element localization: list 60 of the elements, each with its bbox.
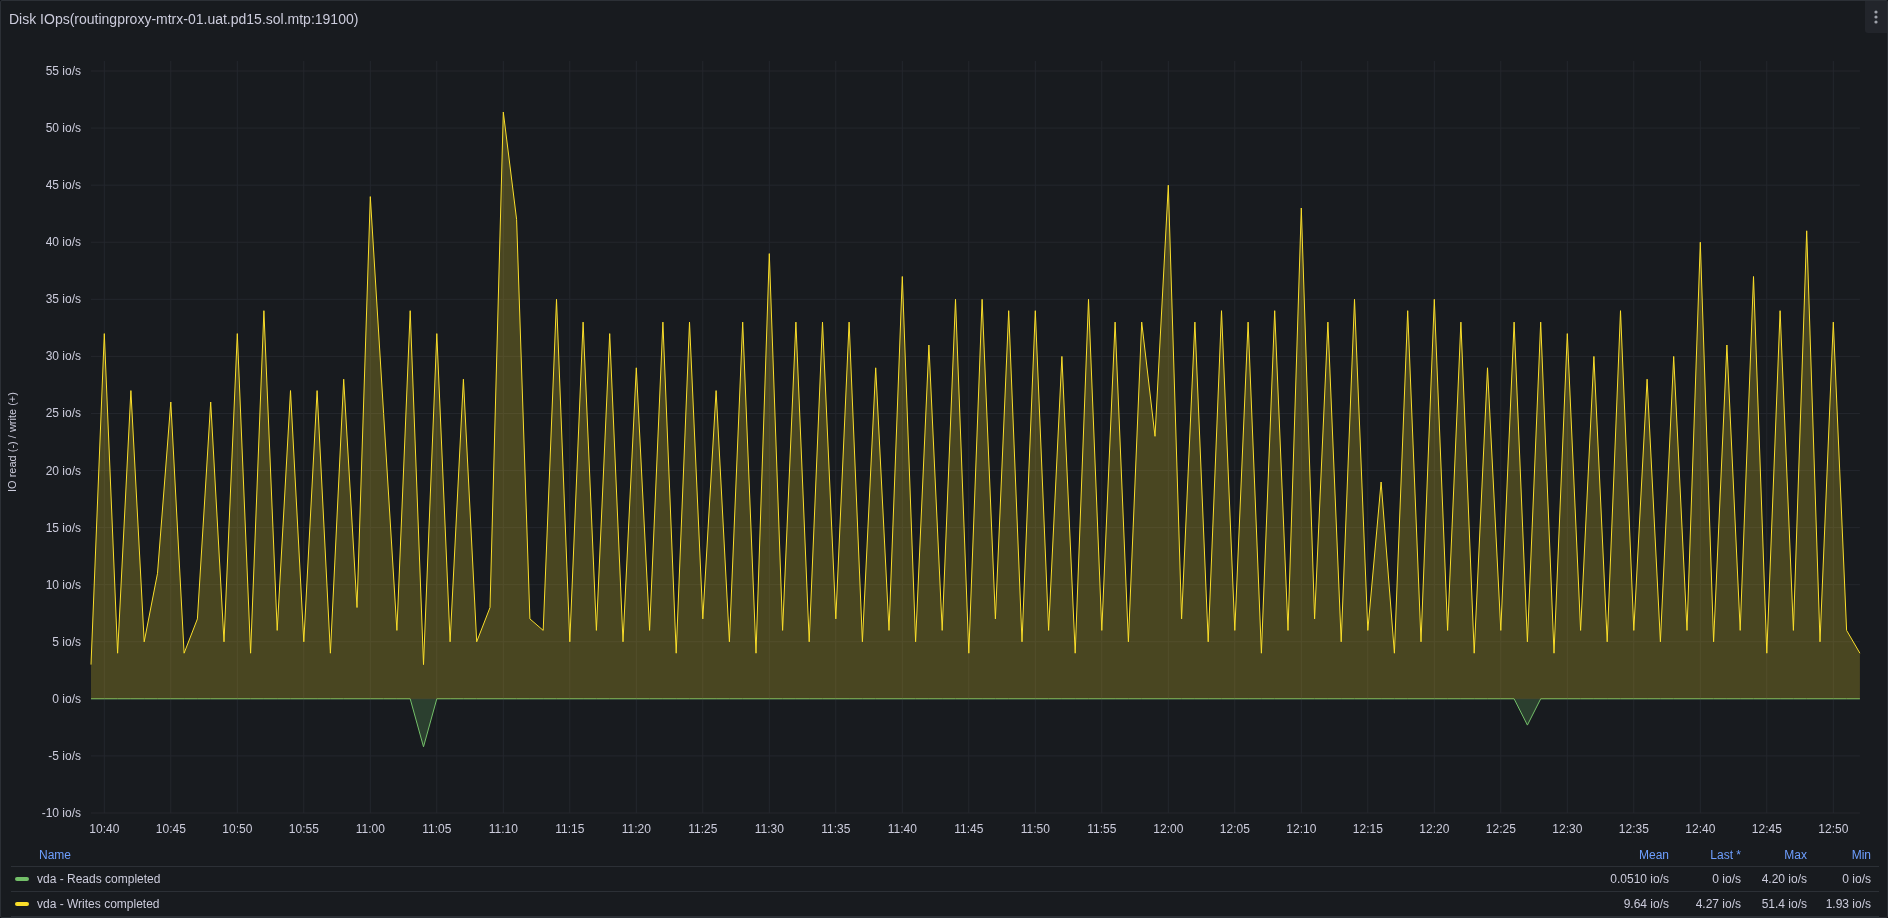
axis-tick-label: 10:45 [155,821,186,836]
table-cell-text: 0 io/s [1841,872,1872,886]
axis-tick-label: 11:30 [754,821,784,836]
column-header[interactable]: Last * [1677,848,1749,862]
table-cell-text: 51.4 io/s [1760,897,1808,911]
axis-tick-label: 12:05 [1219,821,1250,836]
axis-tick-label: 11:10 [488,821,518,836]
axis-tick-label: 5 io/s [52,634,81,649]
axis-tick-label: 10 io/s [45,577,81,592]
axis-tick-label: 35 io/s [45,292,81,307]
axis-tick-label: 11:55 [1087,821,1117,836]
column-header[interactable]: Max [1749,848,1815,862]
axis-tick-label: 11:00 [355,821,385,836]
menu-button[interactable] [1865,1,1887,33]
axis-tick-label: 12:00 [1153,821,1184,836]
table-cell-text: 9.64 io/s [1622,897,1670,911]
axis-tick-label: 45 io/s [45,178,81,193]
axis-tick-label: 10:50 [222,821,253,836]
axis-tick-label: 11:20 [621,821,651,836]
axis-tick-label: 12:15 [1352,821,1383,836]
column-header[interactable]: Min [1815,848,1879,862]
table-cell-text: 4.27 io/s [1694,897,1742,911]
column-header[interactable]: Name [11,848,1577,862]
axis-tick-label: 50 io/s [45,121,81,136]
axis-tick-label: 11:15 [555,821,585,836]
axis-tick-label: 10:55 [288,821,319,836]
axis-tick-label: 12:30 [1552,821,1583,836]
column-header[interactable]: Mean [1577,848,1677,862]
table-cell-text: 1.93 io/s [1824,897,1872,911]
axis-tick-label: 11:45 [954,821,984,836]
axis-tick-label: 11:50 [1020,821,1050,836]
axis-tick-label: 25 io/s [45,406,81,421]
axis-tick-label: 12:50 [1818,821,1849,836]
axis-tick-label: 15 io/s [45,520,81,535]
axis-tick-label: 10:40 [89,821,120,836]
axis-title: IO read (-) / write (+) [6,392,18,492]
axis-tick-label: -5 io/s [48,748,81,763]
axis-tick-label: 11:35 [821,821,851,836]
table-cell-text: 4.20 io/s [1760,872,1808,886]
axis-tick-label: 40 io/s [45,235,81,250]
more-icon [1874,10,1878,24]
series-name[interactable]: vda - Writes completed [37,897,160,911]
axis-tick-label: 12:20 [1419,821,1450,836]
series-name[interactable]: vda - Reads completed [37,872,161,886]
axis-tick-label: -10 io/s [41,805,81,820]
axis-tick-label: 55 io/s [45,63,81,78]
table-cell-text: 0 io/s [1711,872,1742,886]
axis-tick-label: 0 io/s [52,691,81,706]
axis-tick-label: 12:25 [1485,821,1516,836]
table-cell-text: 0.0510 io/s [1609,872,1670,886]
axis-tick-label: 11:05 [422,821,452,836]
axis-tick-label: 11:25 [688,821,718,836]
axis-tick-label: 30 io/s [45,349,81,364]
axis-tick-label: 12:40 [1685,821,1716,836]
axis-tick-label: 20 io/s [45,463,81,478]
axis-tick-label: 12:45 [1751,821,1782,836]
axis-tick-label: 11:40 [887,821,917,836]
axis-tick-label: 12:35 [1618,821,1649,836]
panel-title: Disk IOps(routingproxy-mtrx-01.uat.pd15.sol.mtp:19100) [8,10,359,27]
axis-tick-label: 12:10 [1286,821,1317,836]
